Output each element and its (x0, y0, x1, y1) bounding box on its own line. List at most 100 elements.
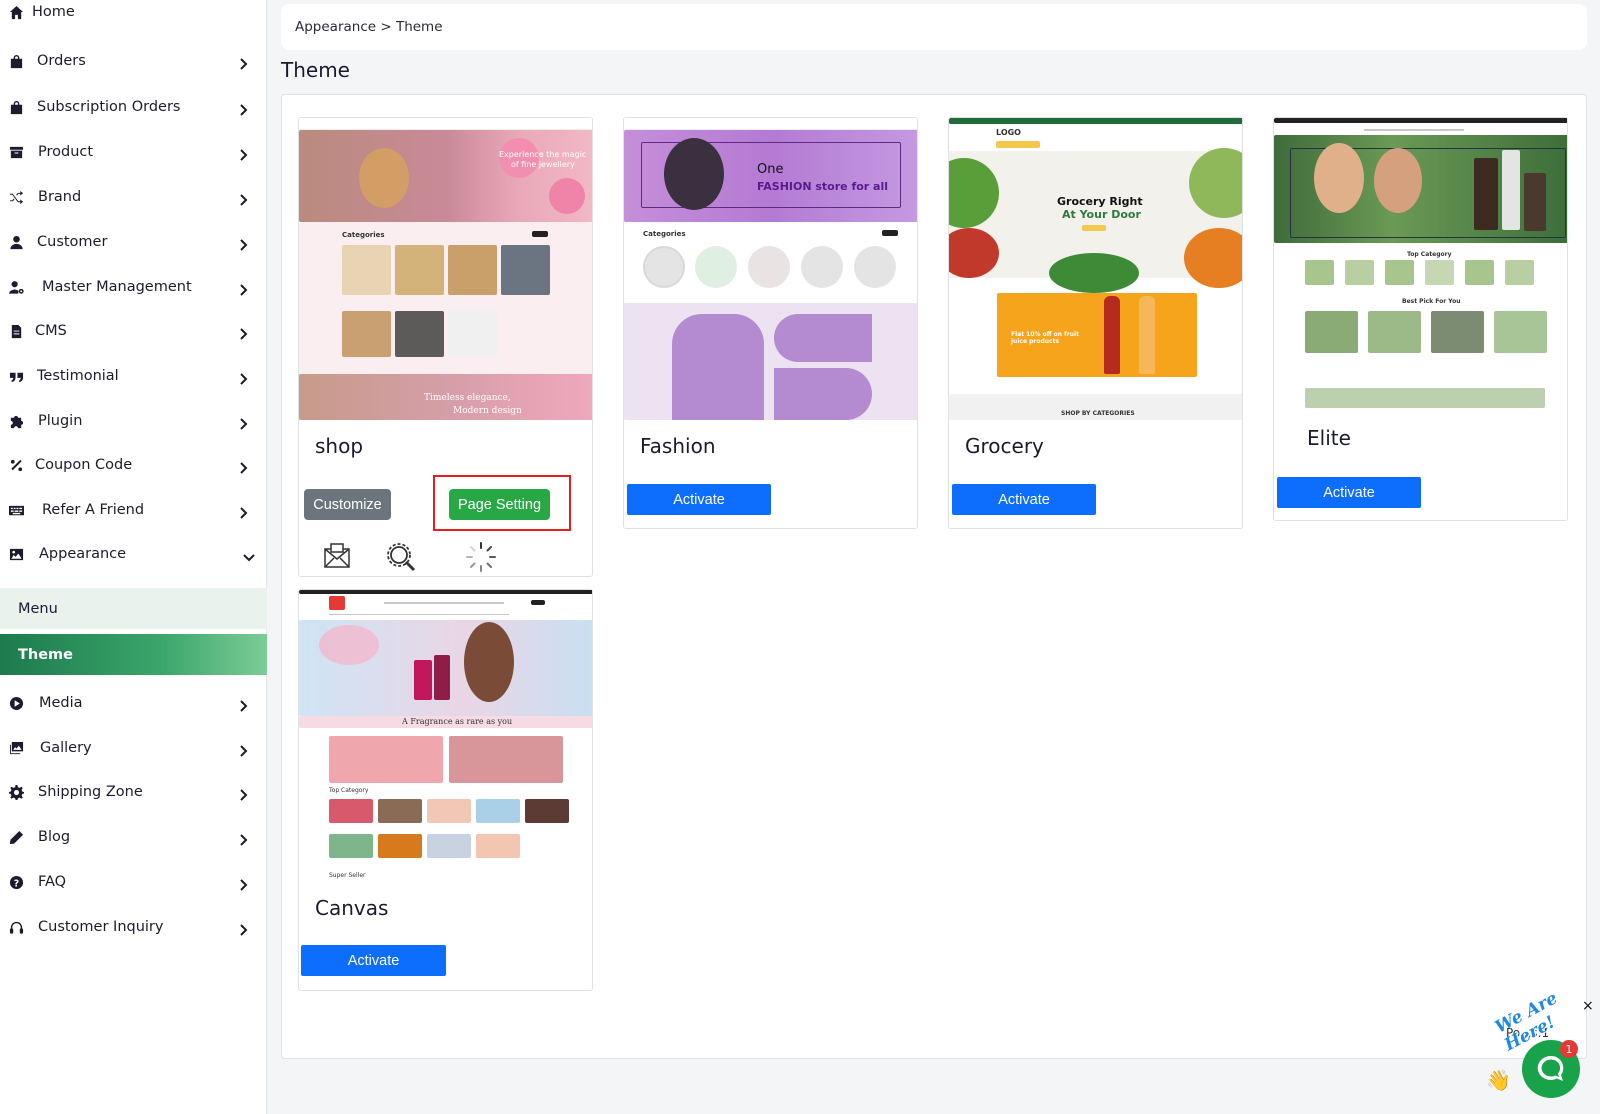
sidebar-item-label: Orders (37, 53, 86, 69)
theme-card-shop: Experience the magic of fine jewellery C… (298, 117, 593, 577)
sidebar-item-label: Product (38, 144, 94, 160)
sidebar-item-label: Brand (38, 189, 82, 205)
sidebar-item-testimonial[interactable]: Testimonial (0, 356, 267, 396)
sidebar-item-customer[interactable]: Customer (0, 222, 267, 262)
sidebar-item-cms[interactable]: CMS (0, 311, 267, 351)
chevron-right-icon (237, 831, 249, 846)
chevron-right-icon (237, 876, 249, 891)
theme-name: shop (315, 434, 364, 458)
headset-icon (8, 919, 24, 935)
bag-icon (8, 99, 24, 115)
sidebar-item-label: Shipping Zone (38, 784, 143, 800)
sidebar-item-label: Refer A Friend (42, 502, 145, 518)
seo-search-icon[interactable] (384, 540, 418, 574)
theme-name: Elite (1307, 426, 1351, 450)
theme-preview-canvas[interactable]: A Fragrance as rare as you Top Category … (299, 590, 592, 882)
sidebar-item-label: Appearance (39, 546, 127, 562)
activate-button-fashion[interactable]: Activate (627, 484, 771, 515)
chevron-right-icon (237, 101, 249, 116)
theme-preview-grocery[interactable]: LOGO Grocery Right At Your Door Flat 10%… (949, 118, 1242, 420)
sidebar-item-shipping-zone[interactable]: Shipping Zone (0, 772, 267, 812)
chevron-down-icon (243, 548, 255, 562)
file-icon (8, 323, 24, 339)
sidebar-item-home[interactable]: Home (0, 0, 267, 32)
sidebar-subitem-menu[interactable]: Menu (0, 588, 267, 629)
home-icon (8, 4, 24, 20)
sidebar-subitem-label: Theme (18, 646, 73, 663)
chevron-right-icon (237, 281, 249, 296)
theme-card-canvas: A Fragrance as rare as you Top Category … (298, 589, 593, 991)
sidebar-item-gallery[interactable]: Gallery (0, 728, 267, 768)
page-title: Theme (281, 58, 350, 82)
chevron-right-icon (237, 504, 249, 519)
sidebar-item-label: Subscription Orders (37, 99, 181, 115)
theme-name: Canvas (315, 896, 389, 920)
sidebar-subitem-theme[interactable]: Theme (0, 634, 267, 675)
mail-template-icon[interactable] (320, 540, 354, 574)
customize-button[interactable]: Customize (304, 489, 391, 520)
sidebar-item-master-management[interactable]: Master Management (0, 267, 267, 307)
themes-panel: Experience the magic of fine jewellery C… (281, 94, 1587, 1059)
sidebar-item-label: Home (32, 4, 75, 20)
sidebar-item-label: Plugin (38, 413, 83, 429)
user-gear-icon (8, 279, 24, 295)
percent-icon (8, 457, 24, 473)
images-icon (8, 740, 24, 756)
sidebar-subitem-label: Menu (18, 600, 58, 617)
question-icon: ? (8, 874, 24, 890)
activate-button-grocery[interactable]: Activate (952, 484, 1096, 515)
sidebar-item-label: Media (39, 695, 83, 711)
waving-hand-icon: 👋 (1486, 1068, 1511, 1092)
gear-icon (8, 784, 24, 800)
sidebar-item-refer-a-friend[interactable]: Refer A Friend (0, 490, 267, 530)
image-icon (8, 546, 24, 562)
loading-spinner-icon (464, 540, 498, 574)
sidebar-item-media[interactable]: Media (0, 683, 267, 723)
shuffle-icon (8, 189, 24, 205)
play-circle-icon (8, 695, 24, 711)
sidebar-item-customer-inquiry[interactable]: Customer Inquiry (0, 907, 267, 947)
sidebar-item-label: Blog (38, 829, 71, 845)
theme-preview-shop[interactable]: Experience the magic of fine jewellery C… (299, 118, 592, 420)
theme-preview-fashion[interactable]: One FASHION store for all Categories (624, 118, 917, 420)
sidebar-item-label: Coupon Code (35, 457, 133, 473)
chat-bubble-icon (1537, 1055, 1564, 1081)
sidebar-item-coupon-code[interactable]: Coupon Code (0, 445, 267, 485)
sidebar-item-faq[interactable]: ? FAQ (0, 862, 267, 902)
chevron-right-icon (237, 459, 249, 474)
sidebar-item-subscription-orders[interactable]: Subscription Orders (0, 87, 267, 127)
user-icon (8, 234, 24, 250)
svg-text:?: ? (13, 878, 18, 889)
theme-card-grocery: LOGO Grocery Right At Your Door Flat 10%… (948, 117, 1243, 529)
quote-icon (8, 368, 24, 384)
sidebar-item-label: Gallery (40, 740, 92, 756)
sidebar-item-label: Customer Inquiry (38, 919, 164, 935)
sidebar-item-plugin[interactable]: Plugin (0, 401, 267, 441)
keyboard-icon (8, 502, 24, 518)
sidebar-item-label: Master Management (42, 279, 192, 295)
chevron-right-icon (237, 742, 249, 757)
page-setting-button[interactable]: Page Setting (449, 489, 550, 520)
chevron-right-icon (237, 697, 249, 712)
sidebar-item-label: CMS (35, 323, 67, 339)
chevron-right-icon (237, 786, 249, 801)
pencil-icon (8, 829, 24, 845)
sidebar-item-blog[interactable]: Blog (0, 817, 267, 857)
activate-button-elite[interactable]: Activate (1277, 477, 1421, 508)
sidebar-item-orders[interactable]: Orders (0, 41, 267, 81)
sidebar: Home Orders Subscription Orders Product … (0, 0, 267, 1114)
chevron-right-icon (237, 146, 249, 161)
sidebar-item-product[interactable]: Product (0, 132, 267, 172)
theme-preview-elite[interactable]: Top Category Best Pick For You (1274, 118, 1567, 412)
chevron-right-icon (237, 921, 249, 936)
theme-name: Grocery (965, 434, 1044, 458)
chevron-right-icon (237, 191, 249, 206)
sidebar-item-appearance[interactable]: Appearance (0, 534, 267, 574)
chevron-right-icon (237, 55, 249, 70)
sidebar-item-label: Testimonial (37, 368, 119, 384)
sidebar-item-brand[interactable]: Brand (0, 177, 267, 217)
breadcrumb: Appearance > Theme (281, 4, 1587, 50)
activate-button-canvas[interactable]: Activate (301, 945, 446, 976)
chevron-right-icon (237, 236, 249, 251)
chevron-right-icon (237, 370, 249, 385)
